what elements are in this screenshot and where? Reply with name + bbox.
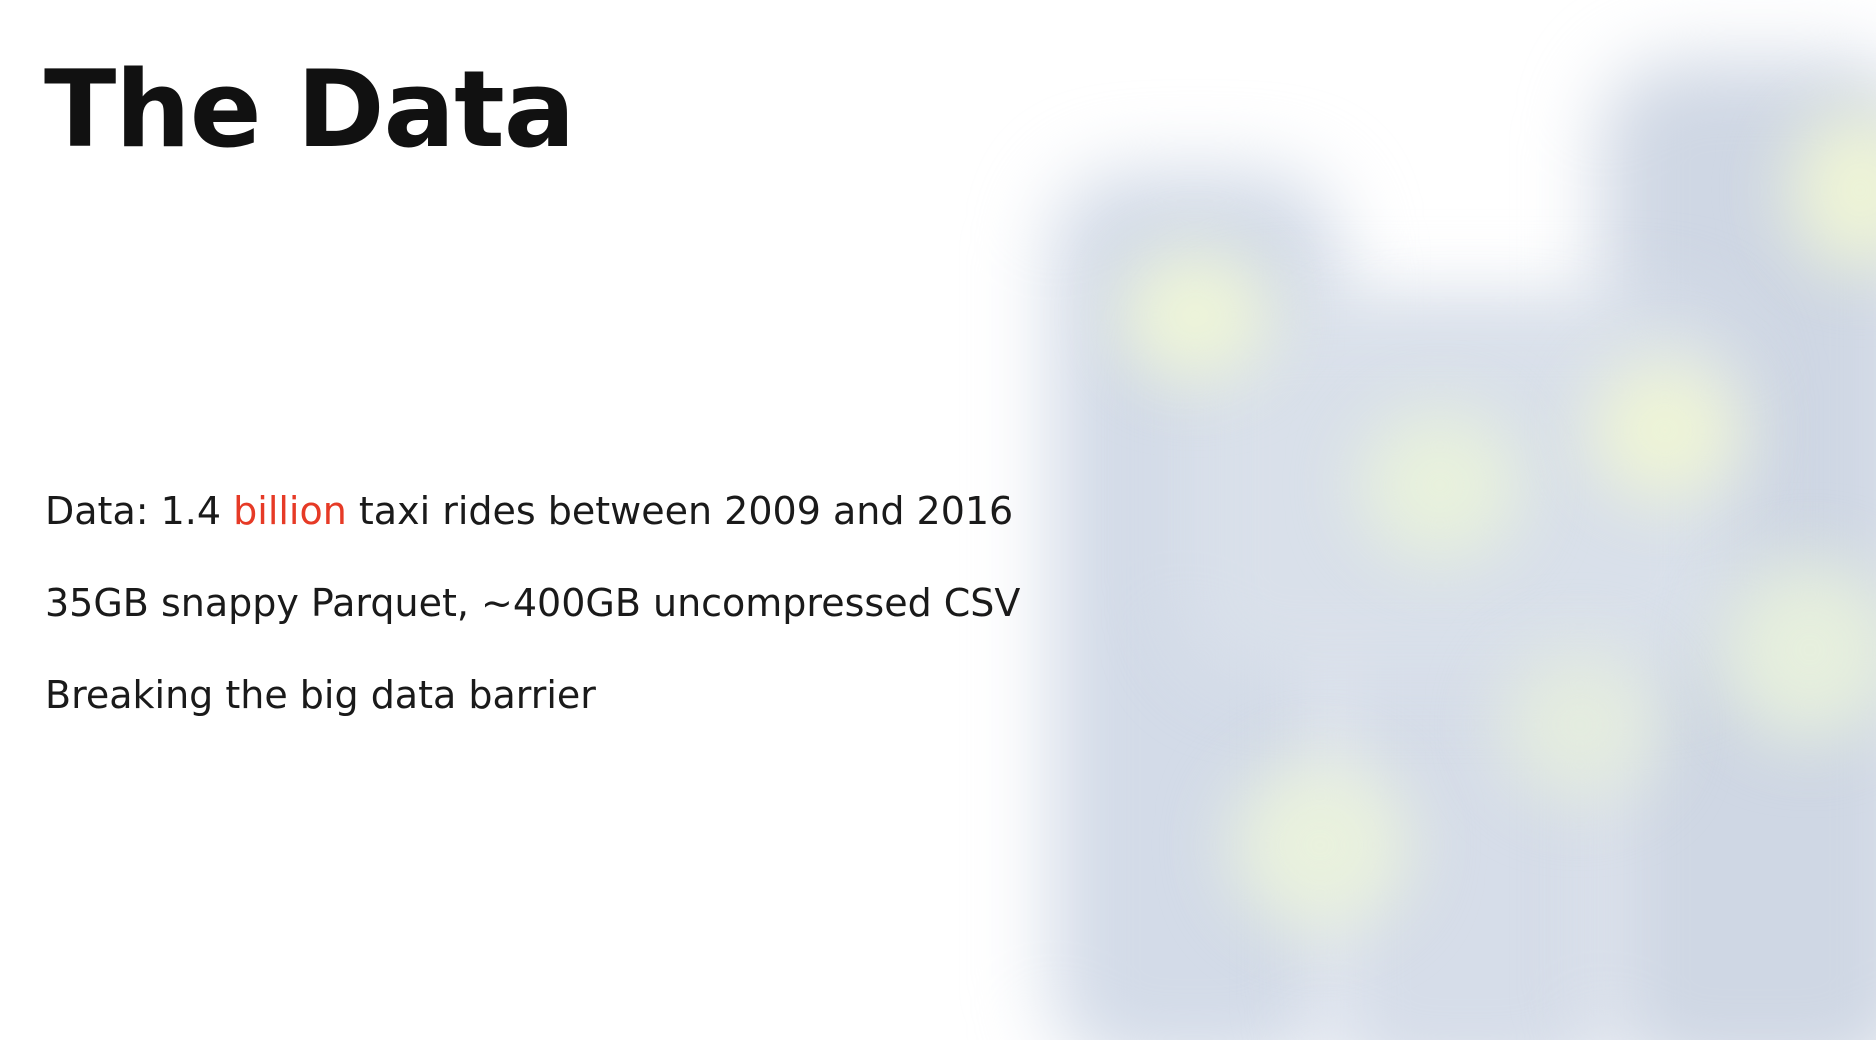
background-shape bbox=[1600, 60, 1876, 1040]
highlighted-word: billion bbox=[233, 489, 347, 533]
background-glow bbox=[1590, 360, 1740, 500]
background-glow bbox=[1790, 110, 1876, 270]
bullet-text-prefix: Data: 1.4 bbox=[45, 489, 234, 533]
bullet-list: Data: 1.4 billion taxi rides between 200… bbox=[45, 488, 1020, 764]
slide: The Data Data: 1.4 billion taxi rides be… bbox=[0, 0, 1876, 1040]
background-shape bbox=[1050, 170, 1340, 1040]
background-glow bbox=[1230, 760, 1410, 930]
background-glow bbox=[1360, 410, 1520, 560]
bullet-item-formats: 35GB snappy Parquet, ~400GB uncompressed… bbox=[45, 581, 1021, 625]
background-shape bbox=[1320, 330, 1620, 1040]
background-shape bbox=[1180, 300, 1740, 680]
background-glow bbox=[1500, 650, 1660, 800]
bullet-item-barrier: Breaking the big data barrier bbox=[45, 673, 596, 717]
background-glow bbox=[1120, 250, 1270, 380]
slide-title: The Data bbox=[44, 48, 575, 171]
bullet-item-rides: Data: 1.4 billion taxi rides between 200… bbox=[45, 488, 1020, 534]
bullet-text-suffix: taxi rides between 2009 and 2016 bbox=[346, 489, 1014, 533]
background-glow bbox=[1720, 560, 1876, 740]
